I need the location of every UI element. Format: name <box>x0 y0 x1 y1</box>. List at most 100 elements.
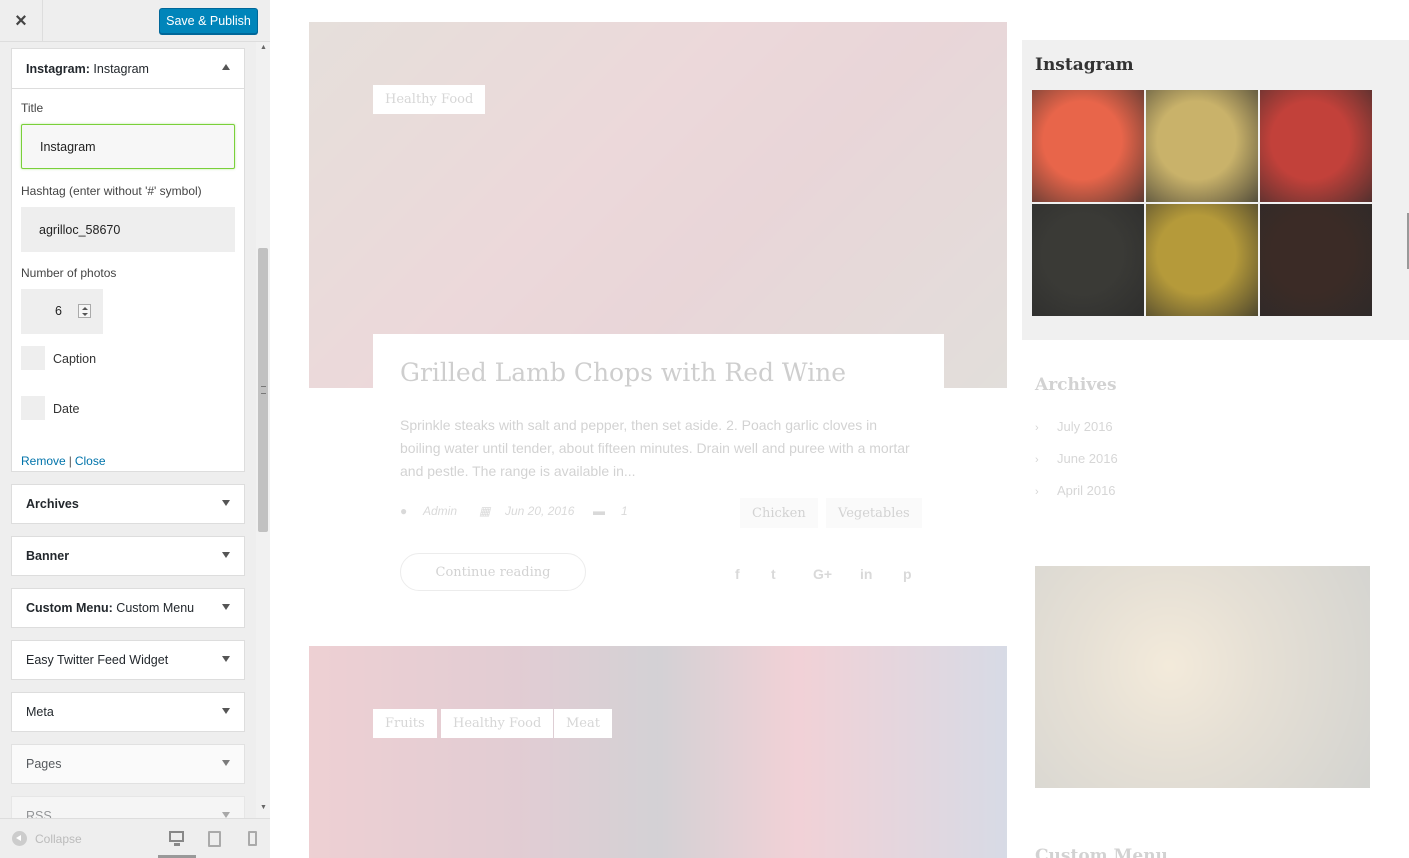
instagram-widget-header[interactable]: Instagram: Instagram <box>12 49 244 89</box>
banner-image[interactable] <box>1035 566 1370 788</box>
comment-icon: ▬ <box>593 504 605 518</box>
title-input[interactable]: Instagram <box>21 124 235 169</box>
instagram-photo[interactable] <box>1032 90 1144 202</box>
widget-name: Custom Menu: <box>26 601 113 615</box>
desktop-preview-icon[interactable] <box>169 831 184 846</box>
mobile-preview-icon[interactable] <box>248 831 257 846</box>
google-plus-icon[interactable]: G+ <box>813 566 832 582</box>
remove-link[interactable]: Remove <box>21 454 66 468</box>
post-card: Grilled Lamb Chops with Red Wine Sprinkl… <box>373 334 944 592</box>
category-chip[interactable]: Chicken <box>740 498 818 528</box>
collapse-label: Collapse <box>35 831 82 846</box>
scroll-down-icon[interactable]: ▼ <box>260 804 267 811</box>
pages-widget-item[interactable]: Pages <box>11 744 245 784</box>
widget-name: Meta <box>26 705 54 719</box>
caption-label: Caption <box>53 352 97 366</box>
expand-arrow-icon[interactable] <box>222 656 230 662</box>
banner-widget-item[interactable]: Banner <box>11 536 245 576</box>
scrollbar-thumb[interactable] <box>258 248 268 532</box>
widget-name: Archives <box>26 497 79 511</box>
widget-title-label: Instagram <box>93 61 149 76</box>
close-customizer-button[interactable]: × <box>0 0 43 42</box>
calendar-icon: ▦ <box>479 504 491 518</box>
archives-widget-item[interactable]: Archives <box>11 484 245 524</box>
widget-name: RSS <box>26 809 52 818</box>
post-tag[interactable]: Healthy Food <box>441 709 554 738</box>
custom-menu-widget-title: Custom Menu <box>1035 846 1168 858</box>
archive-link[interactable]: › June 2016 <box>1035 451 1118 466</box>
twitter-feed-widget-item[interactable]: Easy Twitter Feed Widget <box>11 640 245 680</box>
expand-arrow-icon[interactable] <box>222 708 230 714</box>
expand-arrow-icon[interactable] <box>222 500 230 506</box>
post-tag[interactable]: Healthy Food <box>373 85 486 114</box>
spinner-arrows-icon[interactable] <box>78 304 91 318</box>
meta-widget-item[interactable]: Meta <box>11 692 245 732</box>
post-tag[interactable]: Fruits <box>373 709 437 738</box>
collapse-button[interactable]: Collapse <box>12 831 82 846</box>
instagram-widget-title: Instagram <box>1035 55 1134 75</box>
photos-value: 6 <box>55 304 62 318</box>
chevron-right-icon: › <box>1035 486 1039 498</box>
site-preview: Healthy Food Grilled Lamb Chops with Red… <box>270 0 1409 858</box>
archive-link[interactable]: › July 2016 <box>1035 419 1113 434</box>
customizer-header: × Save & Publish <box>0 0 270 42</box>
instagram-photo[interactable] <box>1032 204 1144 316</box>
caption-checkbox[interactable] <box>21 346 45 370</box>
category-chip[interactable]: Vegetables <box>826 498 922 528</box>
collapse-arrow-icon[interactable] <box>222 64 230 70</box>
number-of-photos-stepper[interactable]: 6 <box>21 289 103 334</box>
post-excerpt: Sprinkle steaks with salt and pepper, th… <box>400 417 910 479</box>
instagram-photo[interactable] <box>1260 204 1372 316</box>
hashtag-input[interactable]: agrilloc_58670 <box>21 207 235 252</box>
rss-widget-item[interactable]: RSS <box>11 796 245 818</box>
expand-arrow-icon[interactable] <box>222 552 230 558</box>
tablet-preview-icon[interactable] <box>208 831 221 847</box>
post-author[interactable]: Admin <box>423 504 457 518</box>
chevron-right-icon: › <box>1035 454 1039 466</box>
sidebar-scrollbar[interactable]: ▲ ▼ <box>256 42 270 818</box>
link-separator: | <box>68 454 72 468</box>
instagram-photo[interactable] <box>1260 90 1372 202</box>
customizer-sidebar: × Save & Publish Instagram: Instagram Ti… <box>0 0 270 858</box>
widgets-panel: Instagram: Instagram Title Instagram Has… <box>0 42 256 818</box>
instagram-widget: Instagram: Instagram Title Instagram Has… <box>11 48 245 472</box>
widget-subtitle: Custom Menu <box>116 601 195 615</box>
photos-label: Number of photos <box>21 266 117 280</box>
scroll-up-icon[interactable]: ▲ <box>260 44 267 51</box>
widget-type-label: Instagram: <box>26 61 90 76</box>
custom-menu-widget-item[interactable]: Custom Menu: Custom Menu <box>11 588 245 628</box>
archives-widget: Archives › July 2016 › June 2016 › April 20… <box>1035 375 1118 498</box>
date-checkbox[interactable] <box>21 396 45 420</box>
close-link[interactable]: Close <box>75 454 106 468</box>
expand-arrow-icon[interactable] <box>222 760 230 766</box>
continue-reading-button[interactable]: Continue reading <box>400 553 586 591</box>
twitter-icon[interactable]: t <box>771 566 776 582</box>
save-publish-button[interactable]: Save & Publish <box>159 8 258 34</box>
facebook-icon[interactable]: f <box>735 566 740 582</box>
date-label: Date <box>53 402 80 416</box>
expand-arrow-icon[interactable] <box>222 604 230 610</box>
post-date: Jun 20, 2016 <box>505 504 575 518</box>
instagram-photo[interactable] <box>1146 90 1258 202</box>
title-label: Title <box>21 101 44 115</box>
customizer-footer: Collapse <box>0 818 270 858</box>
widget-name: Pages <box>26 757 62 771</box>
linkedin-icon[interactable]: in <box>860 566 872 582</box>
author-icon: ● <box>400 504 408 518</box>
widget-name: Easy Twitter Feed Widget <box>26 653 169 667</box>
post-title[interactable]: Grilled Lamb Chops with Red Wine <box>400 358 846 387</box>
widget-name: Banner <box>26 549 70 563</box>
instagram-photo[interactable] <box>1146 204 1258 316</box>
instagram-preview-widget: Instagram <box>1022 40 1409 340</box>
archive-link[interactable]: › April 2016 <box>1035 483 1116 498</box>
grip-icon <box>261 386 266 394</box>
collapse-icon <box>12 831 27 846</box>
post-featured-image[interactable] <box>309 646 1007 858</box>
widget-actions: Remove | Close <box>21 454 106 468</box>
archives-title: Archives <box>1035 375 1117 395</box>
post-tag[interactable]: Meat <box>554 709 612 738</box>
chevron-right-icon: › <box>1035 422 1039 434</box>
pinterest-icon[interactable]: p <box>903 566 912 582</box>
hashtag-label: Hashtag (enter without '#' symbol) <box>21 184 202 198</box>
post-comments-count[interactable]: 1 <box>621 504 628 518</box>
